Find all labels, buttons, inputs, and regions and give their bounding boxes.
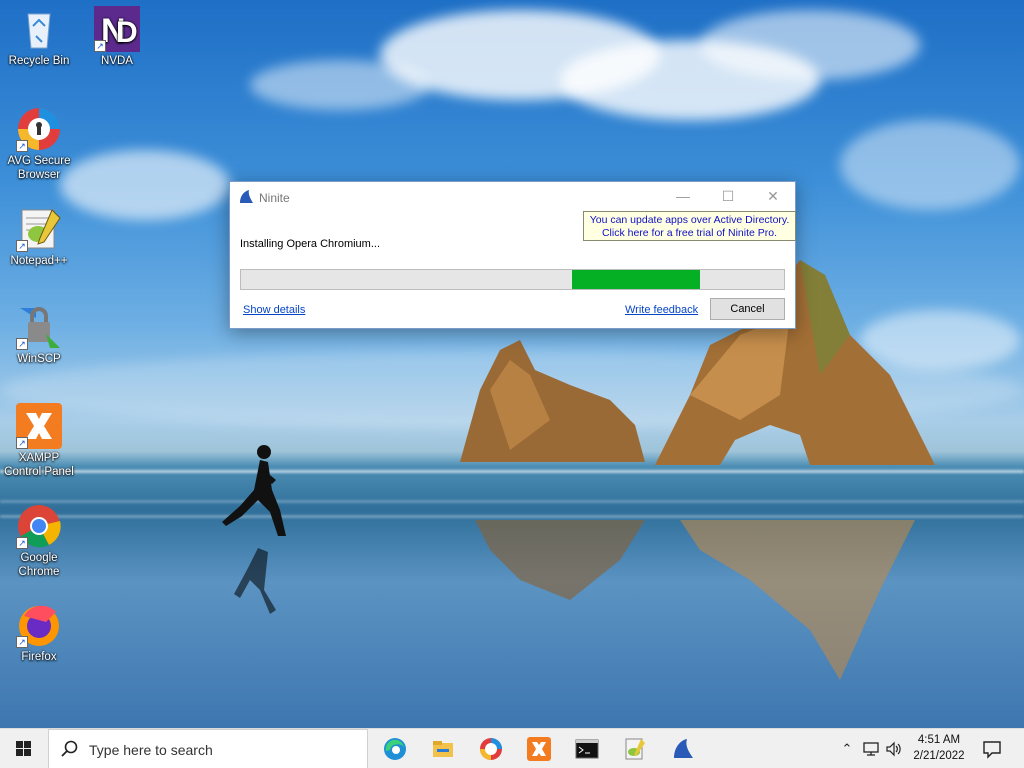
minimize-button[interactable]: — xyxy=(660,182,706,212)
search-placeholder: Type here to search xyxy=(89,742,213,758)
desktop-icon-label: Google Chrome xyxy=(18,552,60,578)
network-icon xyxy=(863,742,879,756)
progress-bar xyxy=(240,269,785,290)
taskbar-avg-browser[interactable] xyxy=(467,729,515,768)
clock-date: 2/21/2022 xyxy=(913,750,965,762)
desktop xyxy=(0,0,1024,728)
shortcut-arrow-icon: ↗ xyxy=(16,140,28,152)
chrome-icon: ↗ xyxy=(16,503,62,549)
ninite-window: Ninite — ☐ ✕ You can update apps over Ac… xyxy=(229,181,796,329)
desktop-icon-avg-secure-browser[interactable]: ↗ AVG Secure Browser xyxy=(1,106,77,182)
window-title: Ninite xyxy=(259,191,290,205)
avg-browser-icon: ↗ xyxy=(16,106,62,152)
desktop-icon-notepadpp[interactable]: ↗ Notepad++ xyxy=(1,206,77,268)
desktop-icon-label: NVDA xyxy=(101,55,133,67)
ninite-pro-tooltip[interactable]: You can update apps over Active Director… xyxy=(583,211,796,241)
taskbar: Type here to search ⌃ 4:51 AM 2/21/2022 xyxy=(0,728,1024,768)
desktop-icon-xampp[interactable]: ↗ XAMPP Control Panel xyxy=(1,403,77,479)
close-button[interactable]: ✕ xyxy=(750,182,796,212)
start-button[interactable] xyxy=(0,729,48,768)
edge-icon xyxy=(384,738,406,760)
tooltip-line-2: Click here for a free trial of Ninite Pr… xyxy=(601,227,778,239)
taskbar-ninite[interactable] xyxy=(659,729,707,768)
shortcut-arrow-icon: ↗ xyxy=(16,437,28,449)
desktop-icon-label: WinSCP xyxy=(17,353,61,365)
shortcut-arrow-icon: ↗ xyxy=(16,338,28,350)
cancel-button[interactable]: Cancel xyxy=(710,298,785,320)
taskbar-search-box[interactable]: Type here to search xyxy=(48,729,368,768)
show-details-link[interactable]: Show details xyxy=(243,304,305,316)
desktop-icon-recycle-bin[interactable]: Recycle Bin xyxy=(1,6,77,68)
winscp-icon: ↗ xyxy=(16,304,62,350)
desktop-icon-label: XAMPP Control Panel xyxy=(4,452,74,478)
recycle-bin-icon xyxy=(16,6,62,52)
taskbar-edge[interactable] xyxy=(371,729,419,768)
cloud xyxy=(700,10,920,80)
rock-reflection xyxy=(475,520,645,600)
tooltip-line-1: You can update apps over Active Director… xyxy=(589,214,790,226)
sea-rock-small xyxy=(460,340,645,462)
shortcut-arrow-icon: ↗ xyxy=(16,537,28,549)
wave xyxy=(0,515,1024,518)
clock-time: 4:51 AM xyxy=(917,734,961,746)
cmd-icon xyxy=(575,739,599,759)
ninite-icon xyxy=(674,739,693,758)
desktop-icon-google-chrome[interactable]: ↗ Google Chrome xyxy=(1,503,77,579)
desktop-icon-label: AVG Secure Browser xyxy=(7,155,71,181)
svg-text:D: D xyxy=(116,16,138,49)
shortcut-arrow-icon: ↗ xyxy=(94,40,106,52)
file-explorer-icon xyxy=(433,741,453,757)
wave xyxy=(0,470,1024,473)
desktop-icon-label: Firefox xyxy=(21,651,57,663)
xampp-icon: ↗ xyxy=(16,403,62,449)
taskbar-notepadpp[interactable] xyxy=(611,729,659,768)
wave xyxy=(0,500,1024,503)
ninite-app-icon xyxy=(240,190,253,203)
desktop-icon-firefox[interactable]: ↗ Firefox xyxy=(1,602,77,664)
avg-browser-icon xyxy=(480,738,502,760)
notepadpp-icon: ↗ xyxy=(16,206,62,252)
nvda-icon: ND ↗ xyxy=(94,6,140,52)
cloud xyxy=(840,120,1020,210)
notification-icon xyxy=(983,741,1001,759)
search-icon xyxy=(61,740,78,757)
desktop-icon-nvda[interactable]: ND ↗ NVDA xyxy=(79,6,155,68)
desktop-icon-label: Notepad++ xyxy=(10,255,68,267)
taskbar-file-explorer[interactable] xyxy=(419,729,467,768)
install-status-text: Installing Opera Chromium... xyxy=(240,238,380,250)
taskbar-xampp[interactable] xyxy=(515,729,563,768)
tray-overflow-chevron[interactable]: ⌃ xyxy=(836,729,858,768)
tray-network[interactable] xyxy=(860,729,882,768)
shortcut-arrow-icon: ↗ xyxy=(16,636,28,648)
write-feedback-link[interactable]: Write feedback xyxy=(625,304,698,316)
chevron-up-icon: ⌃ xyxy=(841,741,853,756)
tray-clock[interactable]: 4:51 AM 2/21/2022 xyxy=(900,732,978,764)
arch-reflection xyxy=(680,520,915,680)
cloud xyxy=(250,60,430,110)
title-bar[interactable]: Ninite — ☐ ✕ xyxy=(230,182,795,212)
firefox-icon: ↗ xyxy=(16,602,62,648)
notification-center-button[interactable] xyxy=(980,737,1004,761)
desktop-icon-label: Recycle Bin xyxy=(8,55,70,67)
progress-bar-fill xyxy=(572,270,700,289)
maximize-button[interactable]: ☐ xyxy=(705,182,751,212)
notepadpp-icon xyxy=(625,738,645,760)
shortcut-arrow-icon: ↗ xyxy=(16,240,28,252)
runner-silhouette xyxy=(222,445,286,614)
taskbar-cmd[interactable] xyxy=(563,729,611,768)
cloud xyxy=(60,150,230,220)
desktop-icon-winscp[interactable]: ↗ WinSCP xyxy=(1,304,77,366)
xampp-icon xyxy=(527,737,551,761)
windows-logo-icon xyxy=(16,741,31,756)
